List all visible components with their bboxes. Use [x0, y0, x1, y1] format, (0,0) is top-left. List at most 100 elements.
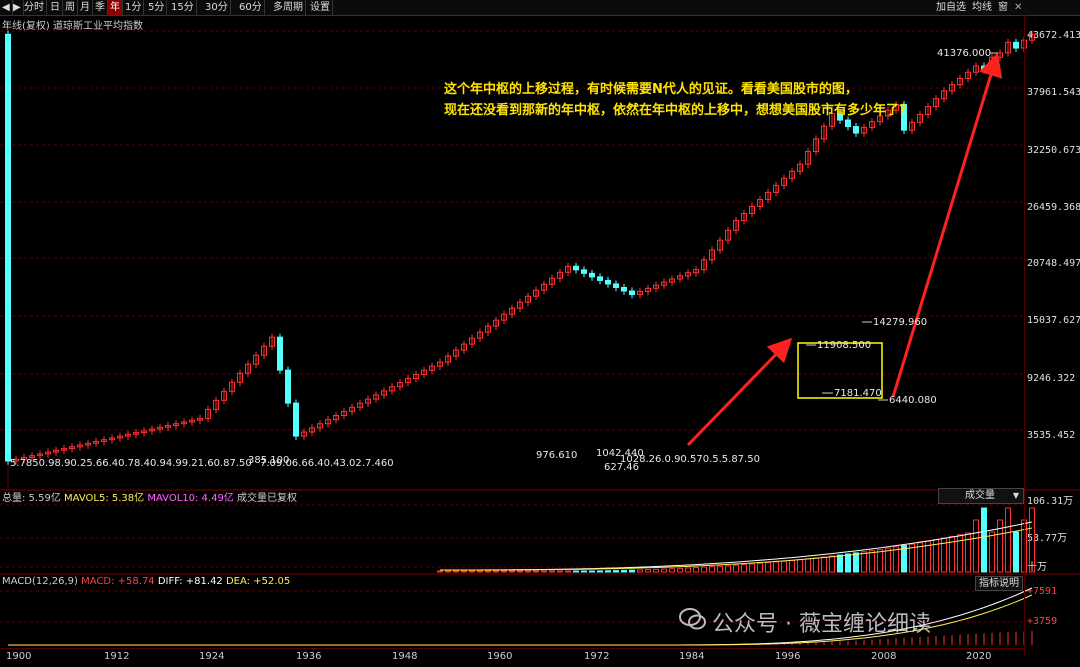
candle-body — [981, 65, 987, 71]
year-tick: 1984 — [679, 651, 705, 662]
candle-body — [613, 283, 619, 288]
candle-body — [845, 119, 851, 128]
volume-bar — [669, 568, 675, 573]
volume-bar — [797, 559, 803, 573]
volume-bar — [813, 557, 819, 573]
year-tick: 1960 — [487, 651, 513, 662]
indicator-help-button[interactable]: 指标说明 — [975, 576, 1023, 591]
candle-body — [629, 290, 635, 296]
label-p3: 7181.470 — [834, 388, 882, 399]
volume-bar — [973, 519, 979, 573]
candle-body — [621, 286, 627, 292]
volume-bar — [461, 570, 467, 573]
volume-bar — [525, 570, 531, 573]
mavol5-line — [439, 521, 1033, 571]
volume-bar — [629, 569, 635, 573]
volume-bar — [637, 569, 643, 573]
candle-body — [605, 279, 611, 285]
dropdown-label: 成交量 — [965, 490, 995, 501]
price-axis: 43672.413 37961.543 32250.673 26459.368 2074… — [1024, 15, 1080, 655]
volume-bar — [445, 570, 451, 573]
year-tick: 1936 — [296, 651, 322, 662]
volume-bar — [1005, 507, 1011, 573]
volume-bar — [653, 568, 659, 573]
watermark-text: 公众号 · 薇宝缠论细读 — [712, 612, 931, 637]
price-tick: 20748.497 — [1027, 258, 1080, 269]
indicator-dropdown[interactable]: 成交量 ▼ — [938, 488, 1024, 504]
candle-body — [853, 126, 859, 134]
volume-note: 成交量已复权 — [237, 493, 297, 504]
price-tick: 32250.673 — [1027, 145, 1080, 156]
volume-bar — [661, 568, 667, 573]
volume-bar — [853, 552, 859, 573]
macd-header: MACD(12,26,9) MACD: +58.74 DIFF: +81.42 … — [2, 576, 290, 587]
year-tick: 1972 — [584, 651, 610, 662]
volume-bar — [877, 548, 883, 573]
candle-body — [597, 276, 603, 281]
watermark: 公众号 · 薇宝缠论细读 — [679, 606, 931, 638]
volume-bar — [509, 570, 515, 573]
price-tick: 26459.368 — [1027, 202, 1080, 213]
volume-header: 总量: 5.59亿 MAVOL5: 5.38亿 MAVOL10: 4.49亿 成… — [2, 489, 297, 504]
label-p4: 6440.080 — [889, 395, 937, 406]
volume-bar — [557, 570, 563, 573]
candle-body — [589, 272, 595, 278]
macd-value: MACD: +58.74 — [81, 576, 155, 587]
label-p6: 976.610 — [536, 450, 577, 461]
candle-body — [285, 369, 291, 404]
price-tick: 37961.543 — [1027, 87, 1080, 98]
volume-bar — [685, 567, 691, 573]
mavol5: MAVOL5: 5.38亿 — [64, 493, 145, 504]
volume-bar — [1013, 531, 1019, 573]
candle-body — [573, 265, 579, 271]
volume-bar — [589, 570, 595, 573]
volume-bar — [733, 564, 739, 573]
volume-bar — [621, 569, 627, 573]
volume-bar — [517, 570, 523, 573]
wechat-icon — [679, 608, 706, 630]
volume-bar — [829, 555, 835, 573]
price-tick: 15037.627 — [1027, 315, 1080, 326]
diff-value: DIFF: +81.42 — [157, 576, 223, 587]
volume-bar — [677, 567, 683, 573]
label-high: 41376.000 — [937, 48, 991, 59]
volume-bar — [837, 554, 843, 573]
volume-bar — [693, 567, 699, 573]
volume-bar — [645, 569, 651, 573]
volume-bar — [869, 550, 875, 573]
macd-label: MACD(12,26,9) — [2, 576, 78, 587]
candle-body — [1013, 41, 1019, 49]
volume-bar — [701, 566, 707, 573]
price-tick: 3535.452 — [1027, 430, 1076, 441]
year-tick: 1900 — [6, 651, 32, 662]
volume-bar — [845, 553, 851, 573]
label-p2: 11908.500 — [817, 340, 871, 351]
volume-bar — [437, 570, 443, 573]
volume-bar — [861, 551, 867, 573]
candle-body — [581, 269, 587, 274]
time-axis: 1900 1912 1924 1936 1948 1960 1972 1984 1996 2008… — [0, 648, 1024, 667]
year-tick: 1924 — [199, 651, 225, 662]
volume-bar — [741, 564, 747, 573]
annotation-line-2: 现在还没看到那新的年中枢，依然在年中枢的上移中，想想美国股市有多少年了？ — [444, 103, 913, 118]
annotation-text: 这个年中枢的上移过程，有时候需要N代人的见证。看看美国股市的图， 现在还没看到那… — [444, 79, 912, 121]
label-p1: 14279.960 — [873, 317, 927, 328]
volume-bar — [573, 570, 579, 573]
volume-bar — [501, 570, 507, 573]
annotation-line-1: 这个年中枢的上移过程，有时候需要N代人的见证。看看美国股市的图， — [444, 82, 858, 97]
year-tick: 1948 — [392, 651, 418, 662]
volume-bar — [533, 570, 539, 573]
volume-bar — [605, 570, 611, 573]
mavol10: MAVOL10: 4.49亿 — [147, 493, 234, 504]
volume-bar — [597, 570, 603, 573]
price-tick: 9246.322 — [1027, 373, 1076, 384]
volume-bar — [541, 570, 547, 573]
mavol10-line — [440, 527, 1033, 571]
volume-bar — [757, 562, 763, 573]
volume-bar — [789, 559, 795, 573]
year-tick: 1996 — [775, 651, 801, 662]
volume-bar — [549, 570, 555, 573]
year-tick: 2008 — [871, 651, 897, 662]
volume-bar — [749, 563, 755, 573]
candle-body — [293, 402, 299, 437]
